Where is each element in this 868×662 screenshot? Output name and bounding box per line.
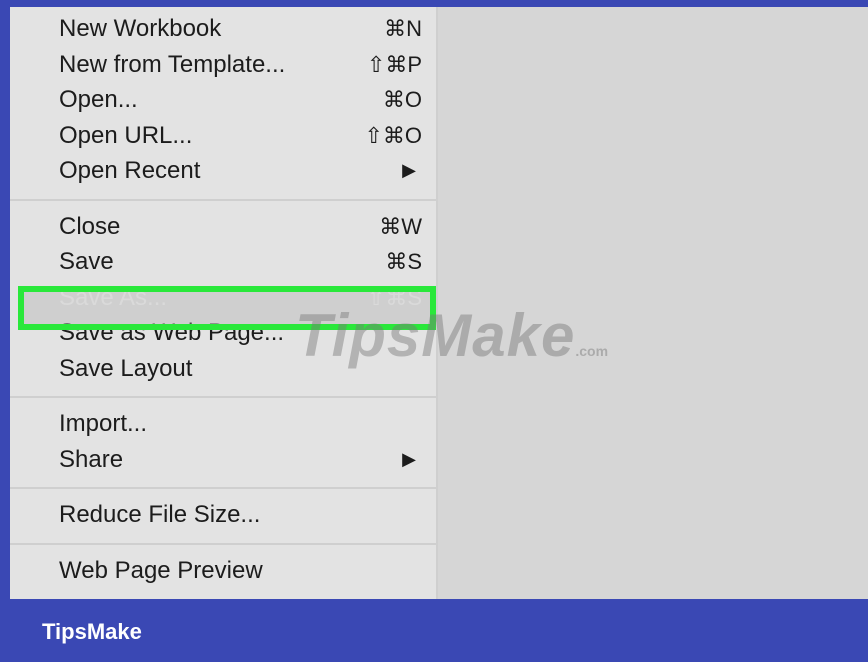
menu-separator xyxy=(10,542,436,545)
menu-item-label: Open URL... xyxy=(59,121,193,149)
menu-item-label: Import... xyxy=(59,410,148,437)
menu-item-new-workbook[interactable]: New Workbook ⌘N xyxy=(10,11,436,47)
shortcut-label: ⇧⌘P xyxy=(366,51,422,77)
menu-separator xyxy=(10,198,436,201)
menu-item-label: Share xyxy=(59,445,124,473)
menu-separator xyxy=(10,487,436,489)
menu-item-close[interactable]: Close ⌘W xyxy=(10,209,436,245)
menu-group-file: New Workbook ⌘N New from Template... ⇧⌘P… xyxy=(10,7,436,195)
watermark: TipsMake.com xyxy=(295,301,608,370)
app-screen: New Workbook ⌘N New from Template... ⇧⌘P… xyxy=(10,7,868,599)
submenu-arrow-icon: ▶ xyxy=(402,448,416,469)
shortcut-label: ⌘W xyxy=(379,213,422,239)
menu-group-import: Import... Share ▶ xyxy=(10,402,436,483)
menu-group-preview: Web Page Preview xyxy=(10,549,436,595)
menu-item-label: New Workbook xyxy=(59,15,222,42)
menu-item-save[interactable]: Save ⌘S xyxy=(10,244,436,280)
menu-item-label: Open Recent xyxy=(59,157,201,184)
menu-separator xyxy=(10,396,436,398)
menu-item-label: Web Page Preview xyxy=(59,556,263,584)
brand-logo: TipsMake xyxy=(42,619,142,644)
menu-item-open-recent[interactable]: Open Recent ▶ xyxy=(10,153,436,189)
menu-item-label: Close xyxy=(59,212,121,240)
menu-item-open-url[interactable]: Open URL... ⇧⌘O xyxy=(10,118,436,154)
watermark-suffix: .com xyxy=(575,343,609,359)
brand-bar: TipsMake xyxy=(0,599,868,662)
menu-item-new-from-template[interactable]: New from Template... ⇧⌘P xyxy=(10,47,436,83)
menu-item-label: Save Layout xyxy=(59,354,193,382)
submenu-arrow-icon: ▶ xyxy=(402,160,416,180)
shortcut-label: ⌘S xyxy=(385,249,422,274)
menu-item-label: Save as Web Page... xyxy=(59,319,285,346)
menu-item-label: Reduce File Size... xyxy=(59,501,261,528)
menu-item-import[interactable]: Import... xyxy=(10,406,436,442)
watermark-text: TipsMake xyxy=(295,302,576,369)
menu-item-label: New from Template... xyxy=(59,50,286,78)
menu-item-share[interactable]: Share ▶ xyxy=(10,442,436,478)
shortcut-label: ⌘N xyxy=(384,16,422,41)
menu-item-label: Save xyxy=(59,248,114,275)
menu-group-reduce: Reduce File Size... xyxy=(10,493,436,539)
menu-item-label: Save As... xyxy=(59,283,168,311)
shortcut-label: ⌘O xyxy=(382,87,422,112)
menu-item-web-page-preview[interactable]: Web Page Preview xyxy=(10,553,436,589)
menu-item-label: Open... xyxy=(59,86,138,113)
menu-item-reduce-file-size[interactable]: Reduce File Size... xyxy=(10,497,436,533)
shortcut-label: ⇧⌘O xyxy=(364,122,422,148)
menu-item-open[interactable]: Open... ⌘O xyxy=(10,82,436,118)
